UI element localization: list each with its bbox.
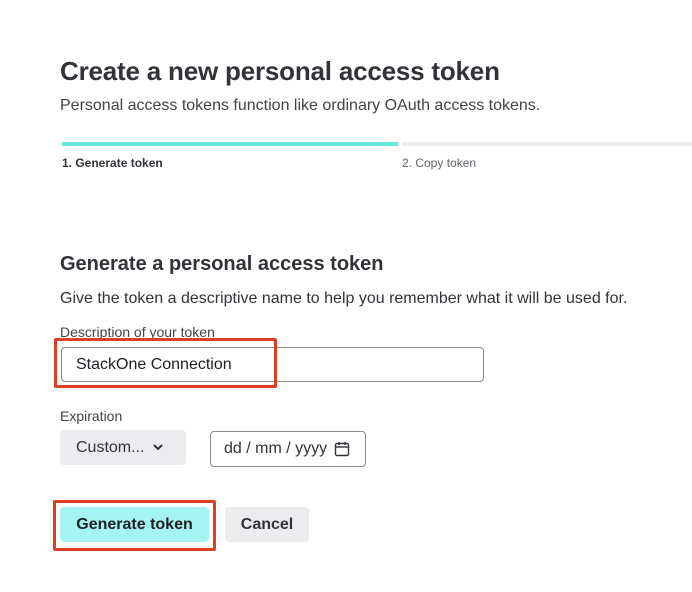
step-generate-token: 1. Generate token [62, 142, 398, 178]
token-description-label: Description of your token [60, 324, 215, 340]
cancel-button[interactable]: Cancel [225, 507, 309, 542]
token-description-input[interactable] [61, 347, 484, 382]
page-subtitle: Personal access tokens function like ord… [60, 97, 541, 114]
section-title: Generate a personal access token [60, 253, 384, 275]
generate-token-button[interactable]: Generate token [60, 507, 209, 542]
step-progress-bar [62, 142, 398, 146]
chevron-down-icon [153, 444, 163, 451]
step-progress-bar [402, 142, 692, 146]
calendar-icon[interactable] [334, 441, 350, 457]
date-placeholder: dd / mm / yyyy [224, 440, 328, 457]
step-copy-token: 2. Copy token [402, 142, 692, 178]
expiration-date-input[interactable]: dd / mm / yyyy [210, 431, 366, 467]
expiration-label: Expiration [60, 408, 123, 424]
stepper: 1. Generate token 2. Copy token [62, 142, 692, 178]
page-title: Create a new personal access token [60, 56, 500, 86]
expiration-selected: Custom... [76, 438, 145, 456]
section-description: Give the token a descriptive name to hel… [60, 290, 628, 307]
step-label: 1. Generate token [62, 156, 163, 170]
expiration-dropdown[interactable]: Custom... [60, 430, 186, 465]
step-label: 2. Copy token [402, 156, 477, 170]
